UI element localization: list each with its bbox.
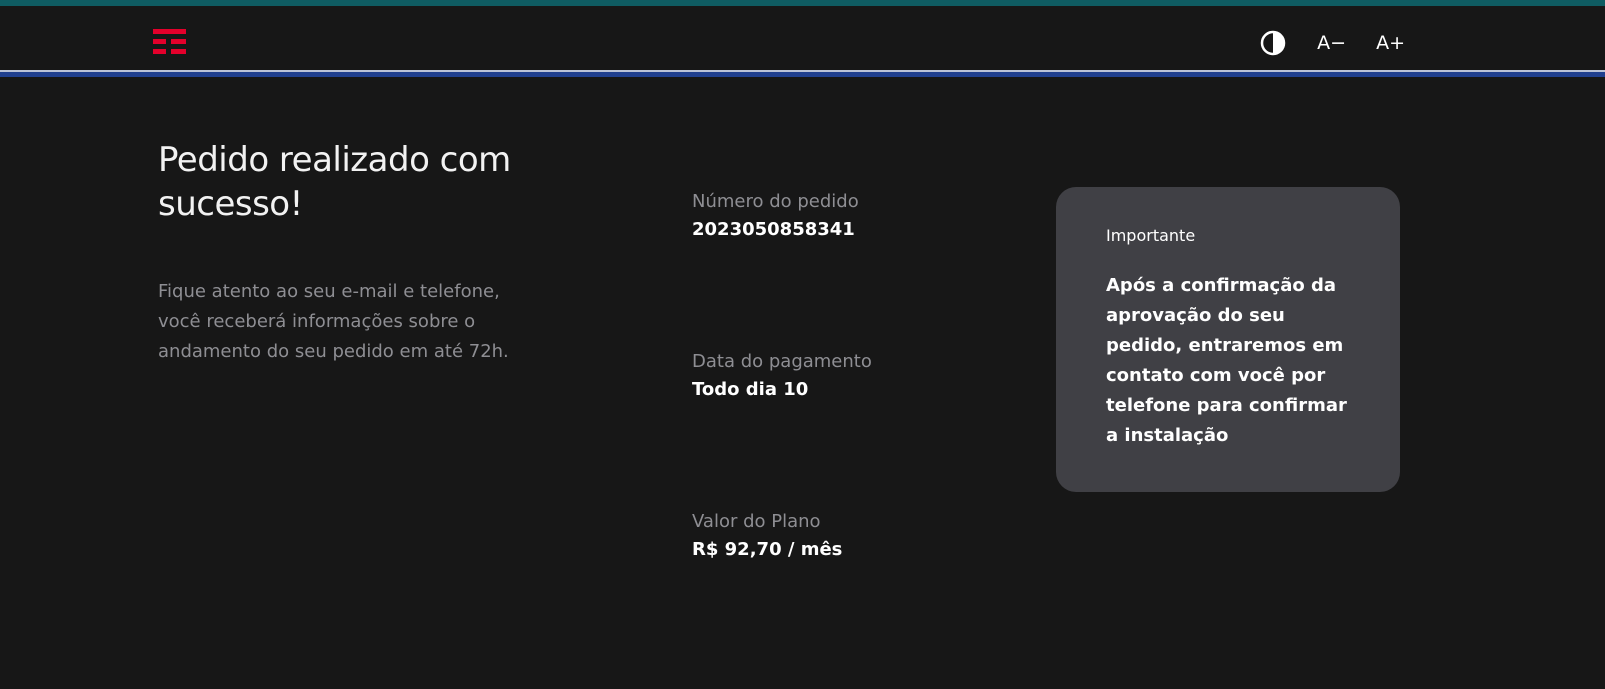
notice-label: Importante xyxy=(1106,226,1196,245)
page-title: Pedido realizado com sucesso! xyxy=(158,140,511,224)
contrast-toggle-button[interactable] xyxy=(1259,28,1287,58)
payment-date-label: Data do pagamento xyxy=(692,351,872,372)
header: A− A+ xyxy=(0,6,1605,70)
payment-date-value: Todo dia 10 xyxy=(692,379,809,400)
order-number-block: Número do pedido 2023050858341 xyxy=(692,188,992,244)
plan-value-label: Valor do Plano xyxy=(692,511,821,532)
accessibility-controls: A− A+ xyxy=(1259,28,1405,58)
header-accent-bar xyxy=(0,72,1605,77)
notice-text: Após a confirmação da aprovação do seu p… xyxy=(1106,275,1347,446)
plan-value-block: Valor do Plano R$ 92,70 / mês xyxy=(692,508,992,564)
font-increase-button[interactable]: A+ xyxy=(1376,28,1405,58)
contrast-icon xyxy=(1260,30,1286,56)
tim-logo-icon[interactable] xyxy=(153,29,186,55)
font-decrease-button[interactable]: A− xyxy=(1317,28,1346,58)
payment-date-block: Data do pagamento Todo dia 10 xyxy=(692,348,992,404)
order-number-label: Número do pedido xyxy=(692,191,859,212)
page-subtitle: Fique atento ao seu e-mail e telefone, v… xyxy=(158,281,509,362)
plan-value-value: R$ 92,70 / mês xyxy=(692,539,843,560)
order-number-value: 2023050858341 xyxy=(692,219,855,240)
important-notice-card: Importante Após a confirmação da aprovaç… xyxy=(1056,187,1400,492)
